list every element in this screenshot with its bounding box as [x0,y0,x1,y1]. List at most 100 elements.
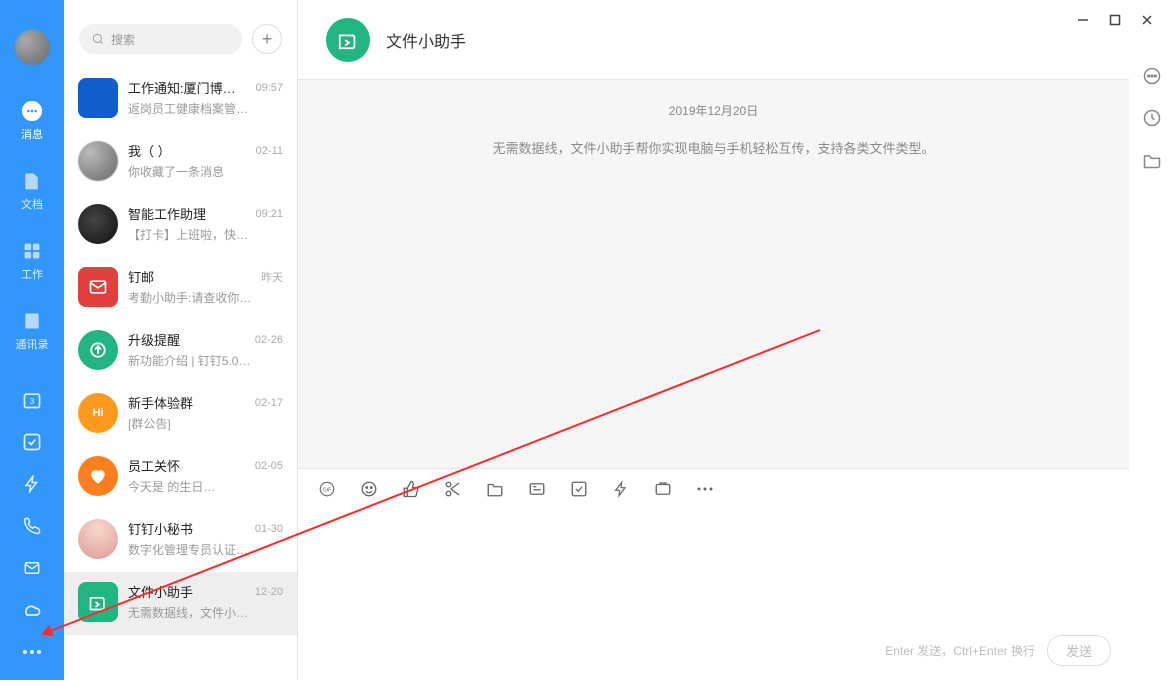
conversation-item[interactable]: Hi 新手体验群 02-17 [群公告] [64,383,297,446]
screenshot-icon[interactable] [654,480,672,498]
conversation-snippet: 新功能介绍 | 钉钉5.0… [128,352,283,369]
scissors-icon[interactable] [444,480,462,498]
nav-docs[interactable]: 文档 [21,170,43,212]
conversation-avatar [78,141,118,181]
more-icon[interactable] [22,642,42,662]
apps-grid-icon [21,240,43,262]
nav-label: 文档 [21,196,43,212]
date-separator: 2019年12月20日 [338,102,1089,119]
chat-title: 文件小助手 [386,28,466,52]
conversation-item[interactable]: 钉钉小秘书01-30数字化管理专员认证… [64,509,297,572]
conversation-title: 工作通知:厦门博… [128,78,236,97]
conversation-avatar [78,204,118,244]
conversation-time: 12-20 [255,586,283,598]
more-tools-icon[interactable] [696,480,714,498]
chat-bubble-icon [21,100,43,122]
conversation-title: 文件小助手 [128,582,193,601]
conversation-list: 工作通知:厦门博… 09:57 返岗员工健康档案管… 我（ ） 02-11 你收藏了一条消… [64,68,297,680]
conversation-item[interactable]: 工作通知:厦门博… 09:57 返岗员工健康档案管… [64,68,297,131]
rrail-chat-icon[interactable] [1142,66,1162,86]
conversation-snippet: [群公告] [128,415,283,432]
conversation-title: 新手体验群 [128,393,193,412]
like-icon[interactable] [402,480,420,498]
phone-icon[interactable] [22,516,42,536]
editor-area: Enter 发送，Ctrl+Enter 换行 发送 [298,508,1129,680]
search-icon [91,32,105,46]
svg-text:GIF: GIF [323,487,332,493]
chat-header: 文件小助手 [298,0,1129,80]
conversation-title: 智能工作助理 [128,204,206,223]
nav-label: 工作 [21,266,43,282]
user-avatar[interactable] [15,30,50,65]
chat-avatar [326,18,370,62]
nav-work[interactable]: 工作 [21,240,43,282]
conversation-time: 02-11 [256,145,283,157]
conversation-avatar [78,456,118,496]
emoji-icon[interactable] [360,480,378,498]
rrail-history-icon[interactable] [1142,108,1162,128]
conversation-snippet: 无需数据线，文件小… [128,604,283,621]
conversation-title: 钉邮 [128,267,154,286]
conversation-pane: 搜索 + 工作通知:厦门博… 09:57 返岗员工健康档案管… 我（ ） 02-11 你收… [64,0,298,680]
system-message: 无需数据线，文件小助手帮你实现电脑与手机轻松互传，支持各类文件类型。 [338,137,1089,162]
chat-message-area: 2019年12月20日 无需数据线，文件小助手帮你实现电脑与手机轻松互传，支持各… [298,80,1129,468]
send-button[interactable]: 发送 [1047,635,1111,666]
send-hint: Enter 发送，Ctrl+Enter 换行 [885,642,1035,659]
conversation-snippet: 今天是 的生日… [128,478,283,495]
lightning-icon[interactable] [22,474,42,494]
svg-text:3: 3 [30,396,35,406]
conversation-item[interactable]: 钉邮 昨天考勤小助手:请查收你… [64,257,297,320]
add-button[interactable]: + [252,24,282,54]
nav-label: 通讯录 [16,336,49,352]
gif-icon[interactable]: GIF [318,480,336,498]
nav-contacts[interactable]: 通讯录 [16,310,49,352]
conversation-avatar [78,519,118,559]
mail-icon[interactable] [22,558,42,578]
conversation-title: 我（ ） [128,141,171,160]
conversation-title: 钉钉小秘书 [128,519,193,538]
chat-pane: 文件小助手 2019年12月20日 无需数据线，文件小助手帮你实现电脑与手机轻松… [298,0,1129,680]
conversation-item[interactable]: 员工关怀 02-05 今天是 的生日… [64,446,297,509]
conversation-time: 02-26 [255,334,283,346]
folder-icon[interactable] [486,480,504,498]
document-icon [21,170,43,192]
conversation-time: 昨天 [261,269,283,285]
task-icon[interactable] [570,480,588,498]
editor-toolbar: GIF [298,468,1129,508]
cloud-icon[interactable] [22,600,42,620]
conversation-avatar: Hi [78,393,118,433]
maximize-button[interactable] [1109,14,1121,26]
left-rail: 消息 文档 工作 通讯录 3 [0,0,64,680]
conversation-time: 02-17 [255,397,283,409]
conversation-title: 升级提醒 [128,330,180,349]
search-input[interactable]: 搜索 [79,24,242,54]
address-book-icon [21,310,43,332]
conversation-time: 09:57 [255,82,283,94]
conversation-title: 员工关怀 [128,456,180,475]
right-rail [1129,0,1175,680]
conversation-avatar [78,330,118,370]
conversation-item[interactable]: 智能工作助理 09:21 【打卡】上班啦，快… [64,194,297,257]
conversation-time: 01-30 [255,523,283,535]
conversation-item[interactable]: 我（ ） 02-11 你收藏了一条消息 [64,131,297,194]
checkbox-icon[interactable] [22,432,42,452]
conversation-avatar [78,78,118,118]
conversation-avatar [78,267,118,307]
nav-label: 消息 [21,126,43,142]
ding-icon[interactable] [612,480,630,498]
conversation-time: 02-05 [255,460,283,472]
conversation-item[interactable]: 文件小助手 12-20 无需数据线，文件小… [64,572,297,635]
card-icon[interactable] [528,480,546,498]
calendar-icon[interactable]: 3 [22,390,42,410]
minimize-button[interactable] [1077,14,1089,26]
conversation-item[interactable]: 升级提醒 02-26 新功能介绍 | 钉钉5.0… [64,320,297,383]
conversation-snippet: 你收藏了一条消息 [128,163,283,180]
nav-messages[interactable]: 消息 [21,100,43,142]
rrail-folder-icon[interactable] [1142,150,1162,170]
conversation-snippet: 【打卡】上班啦，快… [128,226,283,243]
conversation-snippet: 考勤小助手:请查收你… [128,289,283,306]
conversation-time: 09:21 [255,208,283,220]
conversation-snippet: 返岗员工健康档案管… [128,100,283,117]
conversation-avatar [78,582,118,622]
search-placeholder: 搜索 [111,31,135,48]
